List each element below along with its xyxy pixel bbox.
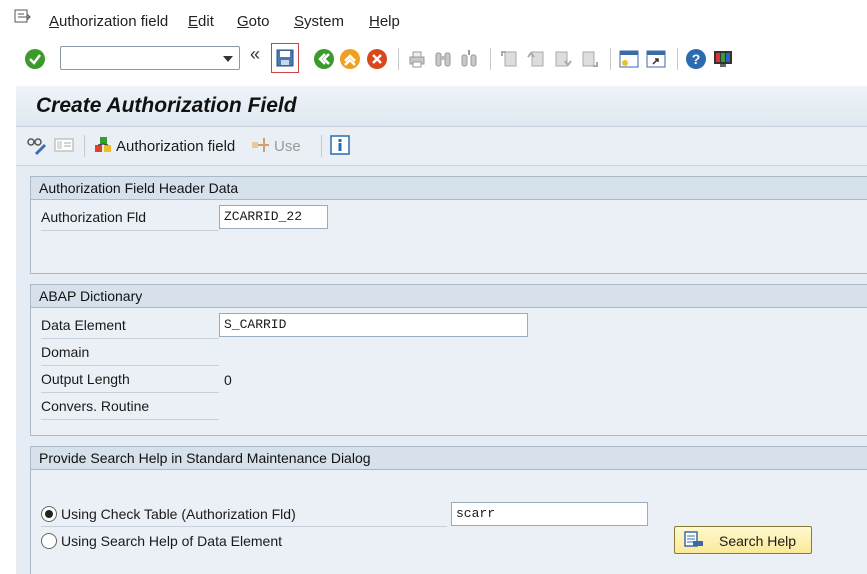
command-field[interactable] — [60, 46, 240, 70]
binoculars-next-icon — [461, 50, 477, 67]
header-data-group: Authorization Field Header Data Authoriz… — [30, 176, 867, 274]
find-next-button[interactable] — [458, 48, 480, 70]
back-icon — [314, 49, 334, 69]
checkmark-icon — [25, 49, 45, 69]
help-button[interactable]: ? — [685, 48, 707, 70]
toolbar-separator — [321, 135, 322, 157]
group-title: Authorization Field Header Data — [31, 177, 867, 200]
search-help-button[interactable]: Search Help — [674, 526, 812, 554]
shortcut-icon — [646, 50, 666, 68]
radio-row-divider — [41, 500, 447, 527]
collapse-toolbar-icon[interactable]: « — [250, 44, 260, 65]
page-title: Create Authorization Field — [36, 94, 297, 117]
next-page-icon — [555, 51, 572, 67]
svg-text:?: ? — [692, 51, 701, 67]
convers-routine-label: Convers. Routine — [41, 393, 219, 420]
toolbar-separator — [677, 48, 678, 70]
customize-layout-button[interactable] — [712, 48, 734, 70]
next-page-button[interactable] — [552, 48, 574, 70]
cancel-icon — [367, 49, 387, 69]
first-page-button[interactable] — [498, 48, 520, 70]
monitor-icon — [714, 51, 732, 67]
enter-button[interactable] — [24, 48, 46, 70]
menu-bar: Authorization field Edit Goto System Hel… — [0, 0, 867, 40]
authorization-fld-label: Authorization Fld — [41, 204, 219, 231]
glasses-pencil-icon — [27, 138, 47, 156]
help-icon: ? — [686, 49, 706, 69]
system-toolbar: « ? — [0, 40, 867, 78]
toolbar-separator — [398, 48, 399, 70]
application-toolbar: Authorization field Use — [16, 127, 867, 166]
exit-button[interactable] — [339, 48, 361, 70]
toolbar-separator — [84, 135, 85, 157]
create-shortcut-button[interactable] — [645, 48, 667, 70]
exit-icon — [340, 49, 360, 69]
new-session-button[interactable] — [618, 48, 640, 70]
menu-goto[interactable]: Goto — [237, 13, 270, 30]
menu-help[interactable]: Help — [369, 13, 400, 30]
authorization-field-icon — [95, 137, 111, 152]
toolbar-separator — [610, 48, 611, 70]
info-button[interactable] — [329, 134, 351, 156]
document-list-icon — [54, 138, 74, 152]
last-page-button[interactable] — [579, 48, 601, 70]
search-help-element-radio-label[interactable]: Using Search Help of Data Element — [61, 533, 282, 549]
data-element-input[interactable]: S_CARRID — [219, 313, 528, 337]
first-page-icon — [501, 51, 517, 67]
check-table-input[interactable]: scarr — [451, 502, 648, 526]
main-content: Authorization Field Header Data Authoriz… — [16, 166, 867, 574]
display-change-button[interactable] — [26, 134, 48, 156]
domain-label: Domain — [41, 339, 219, 366]
new-session-icon — [619, 50, 639, 68]
authorization-field-icon-wrap[interactable] — [92, 134, 114, 156]
other-object-button[interactable] — [53, 134, 75, 156]
toolbar-separator — [490, 48, 491, 70]
search-help-group: Provide Search Help in Standard Maintena… — [30, 446, 867, 574]
authorization-field-button[interactable]: Authorization field — [116, 138, 235, 155]
print-button[interactable] — [406, 48, 428, 70]
save-button[interactable] — [271, 43, 299, 73]
menu-toggle-icon[interactable] — [14, 9, 32, 25]
previous-page-icon — [527, 51, 544, 67]
save-icon — [276, 49, 294, 67]
use-button[interactable]: Use — [274, 138, 301, 155]
binoculars-icon — [435, 52, 451, 67]
chevron-down-icon[interactable] — [223, 56, 233, 62]
output-length-label: Output Length — [41, 366, 219, 393]
menu-system[interactable]: System — [294, 13, 344, 30]
search-help-button-label: Search Help — [719, 533, 797, 549]
data-element-label: Data Element — [41, 312, 219, 339]
use-icon-wrap[interactable] — [250, 134, 272, 156]
menu-edit[interactable]: Edit — [188, 13, 214, 30]
output-length-value: 0 — [224, 372, 232, 388]
find-button[interactable] — [432, 48, 454, 70]
menu-authorization-field[interactable]: Authorization field — [49, 13, 168, 30]
title-bar: Create Authorization Field — [16, 86, 867, 127]
info-icon — [330, 135, 350, 155]
printer-icon — [409, 51, 425, 68]
group-title: ABAP Dictionary — [31, 285, 867, 308]
back-button[interactable] — [313, 48, 335, 70]
where-used-icon — [252, 138, 269, 152]
cancel-button[interactable] — [366, 48, 388, 70]
group-title: Provide Search Help in Standard Maintena… — [31, 447, 867, 470]
search-help-icon — [684, 531, 703, 547]
search-help-element-radio[interactable] — [41, 533, 57, 549]
abap-dictionary-group: ABAP Dictionary Data Element S_CARRID Do… — [30, 284, 867, 436]
authorization-fld-input[interactable]: ZCARRID_22 — [219, 205, 328, 229]
previous-page-button[interactable] — [525, 48, 547, 70]
last-page-icon — [582, 51, 598, 67]
